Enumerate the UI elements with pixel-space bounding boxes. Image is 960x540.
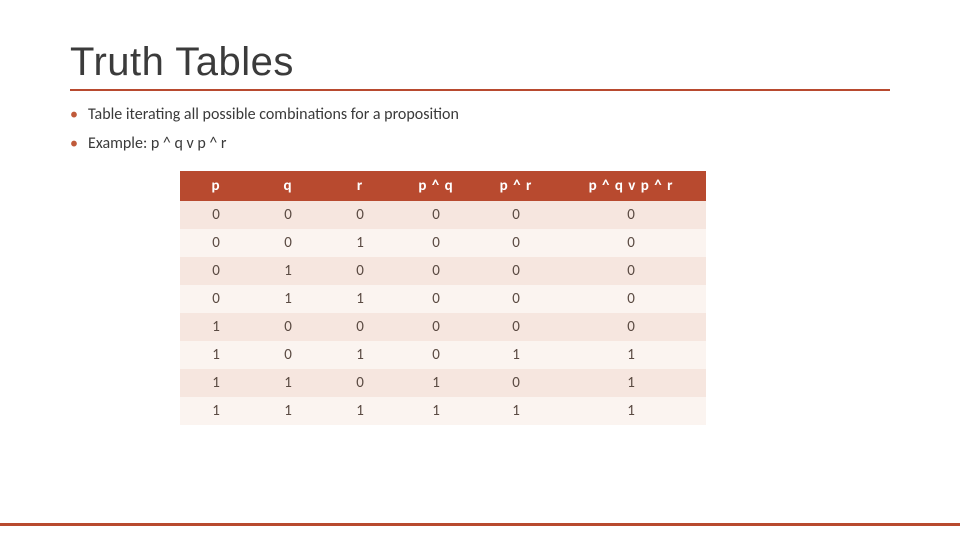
table-cell: 0 <box>252 201 324 229</box>
table-cell: 0 <box>476 285 556 313</box>
bullet-list: Table iterating all possible combination… <box>70 105 890 153</box>
table-container: p q r p ^ q p ^ r p ^ q v p ^ r 0 0 0 0 … <box>70 171 890 425</box>
table-row: 1 1 1 1 1 1 <box>180 397 706 425</box>
bullet-item: Example: p ^ q v p ^ r <box>70 134 890 153</box>
table-cell: 1 <box>476 341 556 369</box>
table-cell: 0 <box>556 313 706 341</box>
slide: Truth Tables Table iterating all possibl… <box>0 0 960 445</box>
table-cell: 0 <box>180 201 252 229</box>
table-header: q <box>252 171 324 201</box>
table-cell: 1 <box>252 285 324 313</box>
table-cell: 0 <box>252 341 324 369</box>
table-cell: 0 <box>396 341 476 369</box>
table-header: p ^ r <box>476 171 556 201</box>
table-cell: 1 <box>396 369 476 397</box>
table-cell: 0 <box>180 285 252 313</box>
table-cell: 0 <box>396 201 476 229</box>
table-cell: 0 <box>556 229 706 257</box>
table-cell: 1 <box>180 397 252 425</box>
table-cell: 1 <box>556 397 706 425</box>
table-cell: 1 <box>252 397 324 425</box>
table-cell: 1 <box>396 397 476 425</box>
table-cell: 0 <box>476 229 556 257</box>
table-cell: 0 <box>396 257 476 285</box>
table-cell: 1 <box>476 397 556 425</box>
table-row: 0 1 1 0 0 0 <box>180 285 706 313</box>
table-header: p <box>180 171 252 201</box>
table-cell: 0 <box>476 313 556 341</box>
table-cell: 0 <box>324 313 396 341</box>
truth-table: p q r p ^ q p ^ r p ^ q v p ^ r 0 0 0 0 … <box>180 171 706 425</box>
table-row: 0 1 0 0 0 0 <box>180 257 706 285</box>
table-cell: 1 <box>324 285 396 313</box>
table-cell: 1 <box>556 369 706 397</box>
table-cell: 1 <box>180 369 252 397</box>
title-underline <box>70 89 890 91</box>
table-header: p ^ q v p ^ r <box>556 171 706 201</box>
table-cell: 1 <box>324 341 396 369</box>
table-header: r <box>324 171 396 201</box>
table-cell: 0 <box>252 313 324 341</box>
table-cell: 1 <box>252 369 324 397</box>
table-cell: 1 <box>556 341 706 369</box>
table-cell: 1 <box>252 257 324 285</box>
table-row: 1 0 1 0 1 1 <box>180 341 706 369</box>
table-row: 0 0 0 0 0 0 <box>180 201 706 229</box>
table-row: 1 1 0 1 0 1 <box>180 369 706 397</box>
table-cell: 0 <box>556 257 706 285</box>
table-cell: 0 <box>556 285 706 313</box>
table-cell: 0 <box>324 257 396 285</box>
table-cell: 1 <box>324 397 396 425</box>
bullet-item: Table iterating all possible combination… <box>70 105 890 124</box>
table-cell: 0 <box>476 257 556 285</box>
table-cell: 1 <box>180 341 252 369</box>
table-cell: 0 <box>396 285 476 313</box>
footer-divider <box>0 523 960 526</box>
table-cell: 1 <box>180 313 252 341</box>
table-cell: 0 <box>180 229 252 257</box>
table-row: 0 0 1 0 0 0 <box>180 229 706 257</box>
table-cell: 0 <box>180 257 252 285</box>
table-cell: 0 <box>324 369 396 397</box>
table-cell: 1 <box>324 229 396 257</box>
table-cell: 0 <box>396 313 476 341</box>
slide-title: Truth Tables <box>70 40 890 85</box>
table-header: p ^ q <box>396 171 476 201</box>
table-row: 1 0 0 0 0 0 <box>180 313 706 341</box>
table-cell: 0 <box>324 201 396 229</box>
table-header-row: p q r p ^ q p ^ r p ^ q v p ^ r <box>180 171 706 201</box>
table-cell: 0 <box>396 229 476 257</box>
table-cell: 0 <box>556 201 706 229</box>
table-cell: 0 <box>476 369 556 397</box>
table-cell: 0 <box>476 201 556 229</box>
table-cell: 0 <box>252 229 324 257</box>
